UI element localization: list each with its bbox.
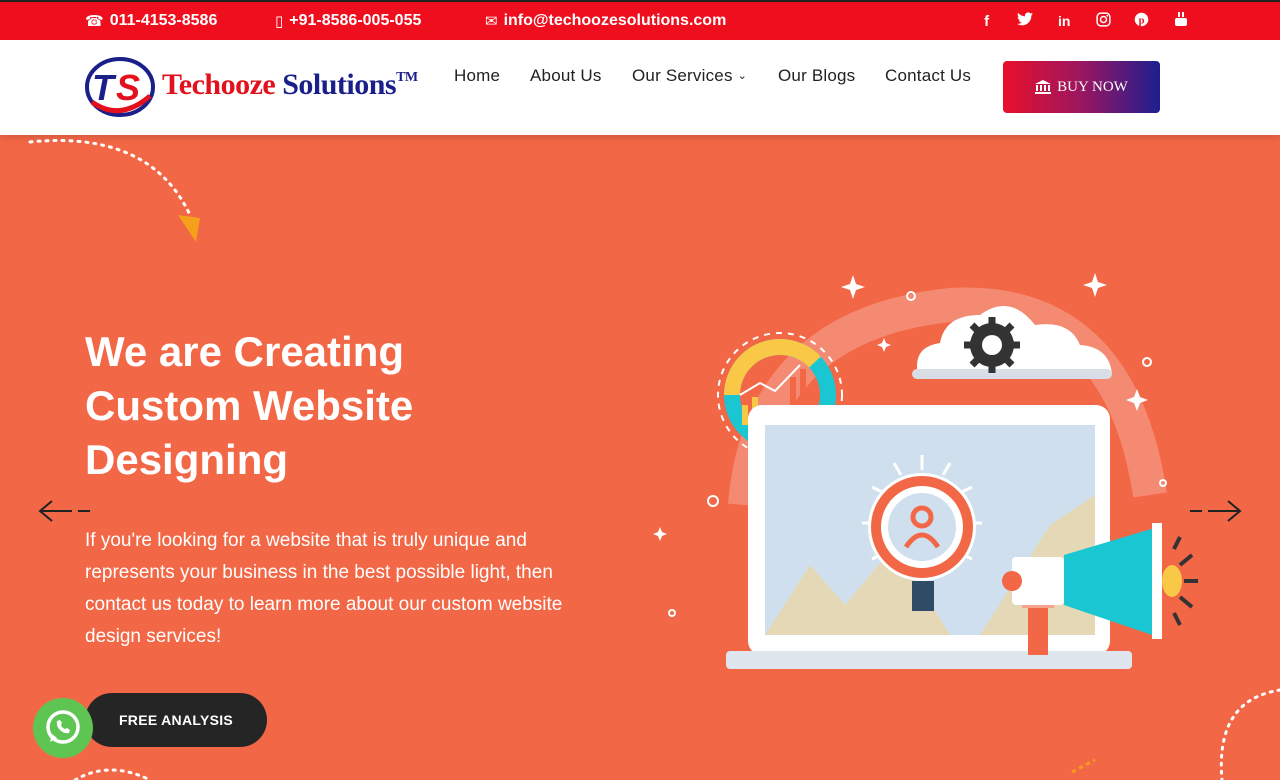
linkedin-icon[interactable]: in	[1045, 13, 1084, 29]
twitter-icon[interactable]	[1006, 12, 1045, 30]
arrow-left-icon[interactable]	[36, 497, 92, 525]
svg-text:p: p	[1139, 15, 1145, 26]
brand-name-part2: Solutions	[282, 68, 397, 101]
buy-now-label: BUY NOW	[1057, 78, 1128, 95]
mobile-number: +91-8586-005-055	[289, 12, 422, 29]
social-links: f in p	[967, 2, 1200, 40]
envelope-icon: ✉	[485, 13, 498, 30]
logo-mark-icon: T S	[85, 57, 155, 117]
whatsapp-button[interactable]	[33, 698, 93, 758]
free-analysis-button[interactable]: FREE ANALYSIS	[85, 693, 267, 747]
nav-about[interactable]: About Us	[530, 66, 602, 86]
brand-name-part1: Techooze	[162, 68, 276, 101]
mobile-contact[interactable]: ▯ +91-8586-005-055	[275, 2, 421, 40]
svg-text:T: T	[92, 67, 117, 108]
buy-now-button[interactable]: BUY NOW	[1003, 61, 1160, 113]
chevron-down-icon: ⌄	[737, 70, 748, 82]
nav-services-label: Our Services	[632, 66, 733, 85]
email-address: info@techoozesolutions.com	[503, 12, 727, 29]
phone-icon: ☎	[85, 13, 104, 30]
hero-illustration	[653, 273, 1198, 669]
nav-contact[interactable]: Contact Us	[885, 66, 971, 86]
facebook-icon[interactable]: f	[967, 13, 1006, 30]
hero-description: If you're looking for a website that is …	[85, 530, 563, 647]
hero-title: We are Creating Custom Website Designing	[85, 328, 414, 483]
nav-home[interactable]: Home	[454, 66, 500, 86]
mobile-icon: ▯	[275, 13, 284, 30]
site-header: T S Techooze SolutionsTM Home About Us O…	[0, 40, 1280, 135]
phone-contact[interactable]: ☎ 011-4153-8586	[85, 2, 217, 40]
whatsapp-icon	[46, 710, 80, 744]
instagram-icon[interactable]	[1084, 11, 1123, 31]
pinterest-icon[interactable]: p	[1122, 12, 1161, 31]
youtube-icon[interactable]	[1161, 11, 1200, 31]
phone-number: 011-4153-8586	[109, 12, 218, 29]
brand-name: Techooze SolutionsTM	[162, 68, 418, 102]
nav-services[interactable]: Our Services ⌄	[632, 66, 747, 86]
nav-blogs[interactable]: Our Blogs	[778, 66, 855, 86]
bank-icon	[1035, 80, 1052, 94]
brand-logo[interactable]: T S Techooze SolutionsTM	[84, 56, 418, 118]
trademark: TM	[396, 70, 418, 85]
email-contact[interactable]: ✉ info@techoozesolutions.com	[485, 2, 726, 40]
top-contact-bar: ☎ 011-4153-8586 ▯ +91-8586-005-055 ✉ inf…	[0, 0, 1280, 40]
free-analysis-label: FREE ANALYSIS	[118, 712, 234, 728]
svg-text:S: S	[116, 67, 140, 108]
